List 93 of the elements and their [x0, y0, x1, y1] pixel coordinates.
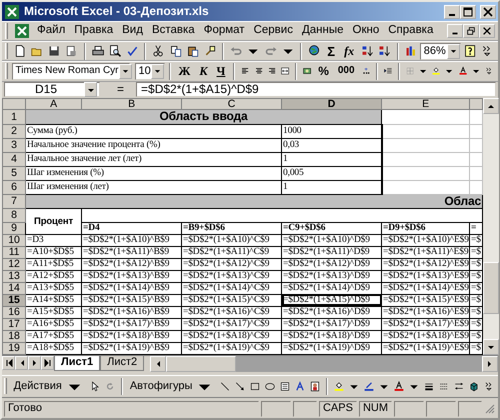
menu-item[interactable]: Файл [33, 24, 70, 38]
scrollbar-thumb[interactable] [483, 262, 499, 314]
row-header[interactable]: 6 [2, 180, 26, 194]
row-header[interactable]: 4 [2, 152, 26, 166]
status-text: Готово [4, 400, 259, 417]
help-icon[interactable] [464, 43, 476, 60]
sheet-tab[interactable]: Лист2 [100, 356, 144, 371]
input-value[interactable]: 0,03 [282, 138, 382, 152]
font-color-icon[interactable] [394, 378, 404, 394]
font-size-dropdown[interactable]: 10 [134, 62, 165, 80]
formula-field[interactable]: =$D$2*(1+$A15)^D$9 [136, 82, 496, 98]
sheet-tab[interactable]: Лист1 [54, 356, 100, 371]
row-header[interactable]: 14 [2, 282, 26, 294]
scroll-right-icon[interactable] [486, 360, 494, 368]
scrollbar-thumb[interactable] [166, 356, 236, 372]
equals-sign: = [117, 82, 124, 97]
thousands-button[interactable]: 000 [334, 65, 359, 78]
menu-item[interactable]: Формат [200, 24, 249, 38]
row-header[interactable]: 3 [2, 138, 26, 152]
new-file-icon[interactable] [14, 43, 26, 60]
print-preview-icon[interactable] [108, 43, 122, 60]
row-header[interactable]: 16 [2, 306, 26, 318]
excel-icon[interactable] [14, 23, 30, 40]
bold-button[interactable]: Ж [174, 64, 194, 79]
vertical-scrollbar[interactable] [483, 98, 499, 355]
restore-button[interactable] [463, 24, 479, 38]
horizontal-scrollbar[interactable] [150, 356, 498, 372]
input-label: Начальное значение лет (лет) [26, 152, 282, 166]
font-dropdown[interactable]: Times New Roman Cyr [12, 62, 130, 80]
row-header[interactable]: 2 [2, 124, 26, 138]
first-sheet-icon[interactable] [4, 358, 12, 367]
pointer-icon[interactable] [90, 378, 100, 394]
status-panel [292, 400, 317, 417]
status-indicator: NUM [358, 400, 392, 417]
row-header[interactable]: 15 [2, 294, 26, 306]
percent-button[interactable]: % [314, 64, 333, 79]
input-value[interactable]: 1 [282, 152, 382, 166]
cut-icon[interactable] [152, 43, 165, 60]
window-title: Microsoft Excel - 03-Депозит.xls [24, 4, 209, 19]
menu-item[interactable]: Вставка [148, 24, 199, 38]
input-value[interactable]: 0,005 [282, 166, 382, 180]
table-cell: =D4 [82, 222, 182, 234]
column-header[interactable]: D [282, 98, 382, 110]
column-title: Процент [26, 208, 82, 234]
row-header[interactable]: 19 [2, 342, 26, 354]
row-header[interactable]: 18 [2, 330, 26, 342]
row-header[interactable]: 9 [2, 222, 26, 234]
menu-item[interactable]: Сервис [250, 24, 297, 38]
actions-menu[interactable]: Действия [10, 378, 87, 394]
input-label: Шаг изменения (лет) [26, 180, 282, 194]
input-label: Начальное значение процента (%) [26, 138, 282, 152]
autoshapes-menu[interactable]: Автофигуры [126, 378, 218, 394]
copy-icon[interactable] [170, 43, 182, 60]
autosum-button[interactable]: Σ [323, 44, 340, 60]
underline-button[interactable]: Ч [212, 64, 230, 79]
row-header[interactable]: 7 [2, 194, 26, 208]
status-panel [426, 400, 456, 417]
menu-item[interactable]: Правка [70, 24, 118, 38]
column-header[interactable]: B [82, 98, 182, 110]
minimize-button[interactable] [447, 24, 463, 38]
input-label: Сумма (руб.) [26, 124, 282, 138]
row-header[interactable]: 17 [2, 318, 26, 330]
resize-grip-icon[interactable] [484, 402, 496, 415]
scroll-right-icon[interactable] [30, 358, 38, 367]
menu-item[interactable]: Данные [298, 24, 348, 38]
status-panel [394, 400, 424, 417]
section-title: Область ввода [26, 109, 382, 124]
menu-item[interactable]: Окно [348, 24, 384, 38]
italic-button[interactable]: К [195, 64, 212, 79]
last-sheet-icon[interactable] [44, 358, 52, 367]
function-button[interactable]: fx [340, 44, 358, 58]
column-header[interactable]: C [182, 98, 282, 110]
menu-item[interactable]: Вид [118, 24, 147, 38]
row-header[interactable]: 11 [2, 246, 26, 258]
menu-item[interactable]: Справка [384, 24, 438, 38]
status-panel [260, 400, 291, 417]
row-header[interactable]: 8 [2, 208, 26, 222]
status-indicator: CAPS [318, 400, 357, 417]
row-header[interactable]: 12 [2, 258, 26, 270]
column-header[interactable]: E [382, 98, 470, 110]
zoom-dropdown[interactable]: 86% [420, 42, 461, 60]
column-header[interactable]: A [26, 98, 82, 110]
row-header[interactable]: 1 [2, 109, 26, 124]
row-header[interactable]: 13 [2, 270, 26, 282]
close-button[interactable] [479, 24, 495, 38]
status-panel [458, 400, 482, 417]
input-value[interactable]: 1000 [282, 124, 382, 138]
row-header[interactable]: 5 [2, 166, 26, 180]
excel-icon [4, 4, 20, 20]
row-header[interactable]: 10 [2, 234, 26, 246]
section-title: Облас [26, 194, 482, 208]
input-label: Шаг изменения (%) [26, 166, 282, 180]
table-cell: =D3 [26, 234, 82, 246]
